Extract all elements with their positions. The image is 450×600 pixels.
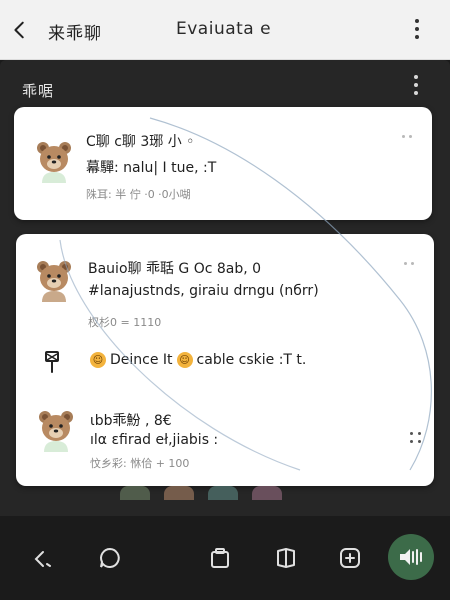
more-horizontal-icon (404, 261, 407, 265)
card-more-button[interactable] (404, 260, 418, 266)
drag-handle[interactable] (410, 432, 422, 444)
message-sender: ιbb乖魵 , 8€ (90, 413, 172, 429)
message-sender: C聊 c聊 3琊 小 ◦ (86, 134, 195, 150)
broadcast-button[interactable] (388, 534, 434, 580)
more-horizontal-icon (402, 134, 405, 138)
message-meta: 陎⽿: 半 佇 ·0 ·0小㗅 (86, 188, 191, 201)
reaction-text: cable cskie :T t. (196, 352, 307, 368)
message-meta: 杈杉0 = 1110 (88, 316, 162, 329)
bear-avatar-icon (36, 408, 76, 452)
pin-button[interactable] (34, 344, 70, 380)
message-text: 幕驒: nalu| I tue, :T (86, 160, 217, 176)
message-meta: 忟乡彩: 恘佮 + 100 (90, 457, 190, 470)
nav-back-button[interactable] (28, 544, 56, 572)
bottom-navigation (0, 516, 450, 600)
add-box-icon (340, 548, 360, 568)
section-title: 乖啹 (22, 82, 55, 100)
nav-add-button[interactable] (336, 544, 364, 572)
broadcast-icon (400, 549, 422, 565)
back-button[interactable] (8, 18, 32, 42)
more-vertical-icon (415, 19, 419, 23)
pin-icon (45, 351, 59, 373)
nav-chat-button[interactable] (96, 544, 124, 572)
book-icon (277, 548, 295, 568)
top-app-bar: 来乖聊 Evaiuata e (0, 0, 450, 60)
more-options-button[interactable] (408, 14, 426, 44)
participant-avatar (252, 486, 282, 500)
chevron-left-icon (14, 21, 24, 39)
card-more-button[interactable] (402, 133, 416, 139)
back-gesture-icon (34, 551, 51, 567)
screen-title: Evaiuata e (176, 19, 272, 39)
participant-avatar (120, 486, 150, 500)
bear-avatar-icon (34, 258, 74, 302)
reaction-text: Deince It (110, 352, 173, 368)
nav-clipboard-button[interactable] (206, 544, 234, 572)
clipboard-icon (211, 548, 229, 568)
bear-avatar-icon (34, 139, 74, 183)
chat-bubble-icon (100, 547, 120, 568)
section-more-button[interactable] (410, 72, 422, 98)
message-card[interactable]: C聊 c聊 3琊 小 ◦ 幕驒: nalu| I tue, :T 陎⽿: 半 佇… (14, 107, 432, 220)
more-vertical-icon (414, 75, 418, 79)
smiley-icon: ☺ (90, 352, 106, 368)
smiley-icon: ☺ (176, 352, 193, 368)
app-title: 来乖聊 (48, 24, 102, 44)
nav-book-button[interactable] (272, 544, 300, 572)
reaction-row[interactable]: ☺ Deince It ☺ cable cskie :T t. (90, 352, 306, 368)
message-text: #lanajustnds, giraiu drngu (nбrr) (88, 283, 319, 299)
message-sender: Bauio聊 乖聒 G Oc 8ab, 0 (88, 261, 262, 277)
participant-strip (120, 486, 360, 500)
message-text: ılα ɛfirad eł,jiabis : (90, 432, 219, 448)
participant-avatar (164, 486, 194, 500)
participant-avatar (208, 486, 238, 500)
